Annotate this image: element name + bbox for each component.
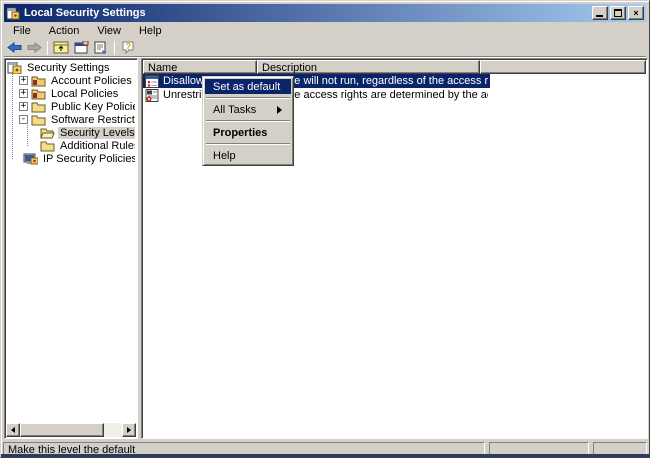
tree-item-label: Security Settings <box>27 61 110 74</box>
ipsec-icon <box>23 153 38 164</box>
app-icon <box>6 7 20 20</box>
tree-horizontal-scrollbar[interactable] <box>6 423 136 437</box>
window-title: Local Security Settings <box>24 7 146 19</box>
menu-item-help[interactable]: Help <box>205 148 291 163</box>
menu-help[interactable]: Help <box>130 24 171 38</box>
tree-item-software-restriction-policies[interactable]: - Software Restriction Policies <box>19 113 135 126</box>
local-security-settings-window: Local Security Settings × File Action Vi… <box>0 0 650 458</box>
policy-folder-icon <box>31 89 46 99</box>
scrollbar-track[interactable] <box>104 423 122 437</box>
export-list-button[interactable] <box>91 39 111 56</box>
back-arrow-icon <box>6 42 21 53</box>
console-tree-pane: Security Settings + Account Policies + L… <box>4 58 138 439</box>
scroll-right-button[interactable] <box>122 423 136 437</box>
menu-file[interactable]: File <box>4 24 40 38</box>
tree-item-security-levels[interactable]: Security Levels <box>40 126 135 139</box>
policy-folder-icon <box>31 76 46 86</box>
scroll-right-icon <box>127 427 134 433</box>
menu-view[interactable]: View <box>88 24 130 38</box>
folder-open-icon <box>40 128 55 138</box>
context-menu: Set as default All Tasks Properties Help <box>202 76 294 166</box>
toolbar: ? <box>4 39 646 57</box>
title-bar: Local Security Settings × <box>4 4 646 22</box>
back-button[interactable] <box>4 39 24 56</box>
tree-guide-line <box>27 121 28 146</box>
expand-plus-icon[interactable]: + <box>19 89 28 98</box>
security-tree: Security Settings + Account Policies + L… <box>7 61 135 422</box>
column-header-filler <box>480 60 646 74</box>
list-header: Name Description <box>143 60 646 74</box>
tree-item-label: Public Key Policies <box>51 100 135 113</box>
menu-separator <box>206 120 290 122</box>
tree-item-additional-rules[interactable]: Additional Rules <box>40 139 135 152</box>
expand-plus-icon[interactable]: + <box>19 102 28 111</box>
minimize-icon <box>596 15 603 17</box>
up-one-level-icon <box>53 41 69 54</box>
svg-text:?: ? <box>126 42 132 52</box>
minimize-button[interactable] <box>592 6 608 20</box>
menu-action[interactable]: Action <box>40 24 89 38</box>
menu-bar: File Action View Help <box>4 23 646 39</box>
expand-plus-icon[interactable]: + <box>19 76 28 85</box>
scroll-left-button[interactable] <box>6 423 20 437</box>
menu-item-all-tasks[interactable]: All Tasks <box>205 102 291 117</box>
tree-item-security-settings[interactable]: Security Settings <box>7 61 135 74</box>
list-row-disallowed[interactable]: Disallowed Software will not run, regard… <box>143 74 490 88</box>
menu-separator <box>206 97 290 99</box>
column-header-name[interactable]: Name <box>143 60 257 74</box>
properties-button[interactable] <box>71 39 91 56</box>
folder-icon <box>31 115 46 125</box>
security-settings-icon <box>7 61 22 74</box>
tree-guide-line <box>12 71 13 159</box>
up-one-level-button[interactable] <box>51 39 71 56</box>
window-bottom-edge <box>1 454 649 457</box>
scrollbar-thumb[interactable] <box>20 423 104 437</box>
close-button[interactable]: × <box>628 6 644 20</box>
maximize-button[interactable] <box>610 6 626 20</box>
tree-item-label-selected: Security Levels <box>58 126 135 139</box>
menu-separator <box>206 143 290 145</box>
tree-item-label: Additional Rules <box>60 139 135 152</box>
column-header-description[interactable]: Description <box>257 60 480 74</box>
tree-item-account-policies[interactable]: + Account Policies <box>19 74 135 87</box>
folder-icon <box>40 141 55 151</box>
tree-item-public-key-policies[interactable]: + Public Key Policies <box>19 100 135 113</box>
forward-arrow-icon <box>27 42 42 53</box>
unrestricted-level-icon <box>145 88 159 102</box>
tree-item-label: IP Security Policies on Local C <box>43 152 135 165</box>
tree-item-label: Account Policies <box>51 74 132 87</box>
scroll-left-icon <box>8 427 15 433</box>
folder-icon <box>31 102 46 112</box>
close-icon: × <box>633 7 639 18</box>
menu-item-label: All Tasks <box>213 103 257 116</box>
disallowed-level-icon <box>145 74 159 88</box>
menu-item-properties[interactable]: Properties <box>205 125 291 140</box>
help-icon: ? <box>122 41 134 54</box>
export-list-icon <box>94 41 107 54</box>
toolbar-separator <box>114 40 115 55</box>
menu-item-set-as-default[interactable]: Set as default <box>205 79 291 94</box>
tree-item-label: Software Restriction Policies <box>51 113 135 126</box>
submenu-arrow-icon <box>277 106 286 114</box>
tree-item-label: Local Policies <box>51 87 119 100</box>
list-row-unrestricted[interactable]: Unrestricted Software access rights are … <box>143 88 488 102</box>
help-button[interactable]: ? <box>118 39 138 56</box>
toolbar-separator <box>47 40 48 55</box>
maximize-icon <box>614 9 622 17</box>
tree-item-ip-security-policies[interactable]: IP Security Policies on Local C <box>19 152 135 165</box>
tree-item-local-policies[interactable]: + Local Policies <box>19 87 135 100</box>
forward-button[interactable] <box>24 39 44 56</box>
properties-icon <box>74 41 88 54</box>
